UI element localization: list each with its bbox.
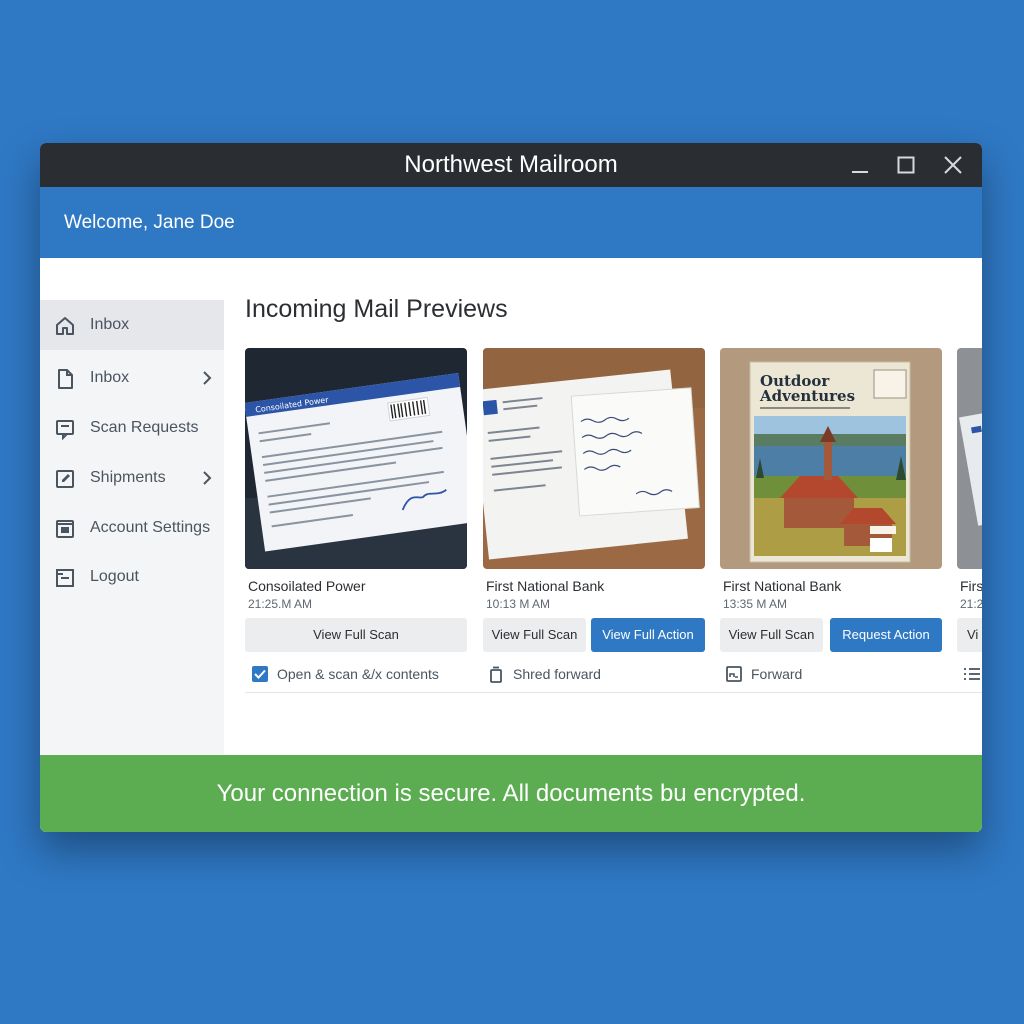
view-full-scan-button[interactable]: View Full Scan xyxy=(483,618,586,652)
view-full-scan-button[interactable]: View Full Scan xyxy=(720,618,823,652)
sidebar-item-label: Inbox xyxy=(90,369,130,386)
option-label: Forward xyxy=(751,666,803,682)
card-sender: Consoilated Power xyxy=(248,578,366,594)
sidebar-item-label: Account Settings xyxy=(90,519,211,536)
chevron-right-icon xyxy=(198,469,216,487)
list-icon xyxy=(964,668,980,680)
window-title: Northwest Mailroom xyxy=(404,151,618,178)
card-time: 10:13 M AM xyxy=(486,597,551,611)
list-option[interactable] xyxy=(963,664,982,684)
mail-scan-image[interactable]: Consoilated Power xyxy=(245,348,467,569)
welcome-text: Welcome, Jane Doe xyxy=(64,212,235,233)
sidebar: Inbox Inbox Scan Requests Shipments Acco… xyxy=(40,300,224,755)
view-full-action-button[interactable]: View Full Action xyxy=(591,618,705,652)
mail-scan-image[interactable]: Outdoor Adventures xyxy=(720,348,942,569)
card-sender: First National Bank xyxy=(723,578,842,594)
sidebar-item-logout[interactable]: Logout xyxy=(40,552,224,602)
mail-scan-image[interactable] xyxy=(957,348,982,569)
security-message: Your connection is secure. All documents… xyxy=(216,780,806,807)
card-time: 13:35 M AM xyxy=(723,597,788,611)
sidebar-item-inbox-home[interactable]: Inbox xyxy=(40,300,224,350)
sidebar-item-label: Logout xyxy=(90,568,139,585)
chevron-right-icon xyxy=(198,369,216,387)
sidebar-item-label: Scan Requests xyxy=(90,419,199,436)
maximize-icon[interactable] xyxy=(892,151,920,179)
app-window: Northwest Mailroom Welcome, Jane Doe Inb… xyxy=(40,143,982,832)
card-sender: First National Bank xyxy=(486,578,605,594)
title-bar: Northwest Mailroom xyxy=(40,143,982,187)
account-settings-icon xyxy=(54,518,76,540)
view-full-scan-button[interactable]: View Full Scan xyxy=(245,618,467,652)
svg-text:Adventures: Adventures xyxy=(759,387,855,405)
minimize-icon[interactable] xyxy=(846,151,874,179)
page-title: Incoming Mail Previews xyxy=(245,295,508,323)
sidebar-item-account-settings[interactable]: Account Settings xyxy=(40,503,224,553)
sidebar-item-label: Inbox xyxy=(90,316,130,333)
close-icon[interactable] xyxy=(939,151,967,179)
document-icon xyxy=(54,368,76,390)
trash-icon xyxy=(490,666,502,683)
shred-forward-option[interactable]: Shred forward xyxy=(487,664,601,684)
sidebar-item-inbox[interactable]: Inbox xyxy=(40,353,224,403)
mail-card: Firs 21:2 Vi xyxy=(957,348,982,688)
logout-icon xyxy=(54,567,76,589)
card-sender: Firs xyxy=(960,578,982,594)
option-label: Shred forward xyxy=(513,666,601,682)
sidebar-item-scan-requests[interactable]: Scan Requests xyxy=(40,403,224,453)
security-banner: Your connection is secure. All documents… xyxy=(40,755,982,832)
mail-scan-image[interactable] xyxy=(483,348,705,569)
checkbox-icon[interactable] xyxy=(251,665,269,683)
open-scan-contents-option[interactable]: Open & scan &/x contents xyxy=(251,664,439,684)
welcome-header: Welcome, Jane Doe xyxy=(40,187,982,258)
home-icon xyxy=(54,315,76,337)
option-label: Open & scan &/x contents xyxy=(277,666,439,682)
card-time: 21:2 xyxy=(960,597,982,611)
scan-request-icon xyxy=(54,418,76,441)
sidebar-item-label: Shipments xyxy=(90,469,166,486)
shipment-edit-icon xyxy=(54,468,76,490)
forward-option[interactable]: Forward xyxy=(725,664,802,684)
forward-icon xyxy=(726,666,742,682)
sidebar-item-shipments[interactable]: Shipments xyxy=(40,453,224,503)
view-full-scan-button[interactable]: Vi xyxy=(957,618,982,652)
content-divider xyxy=(245,692,982,693)
card-time: 21:25.M AM xyxy=(248,597,313,611)
request-action-button[interactable]: Request Action xyxy=(830,618,942,652)
